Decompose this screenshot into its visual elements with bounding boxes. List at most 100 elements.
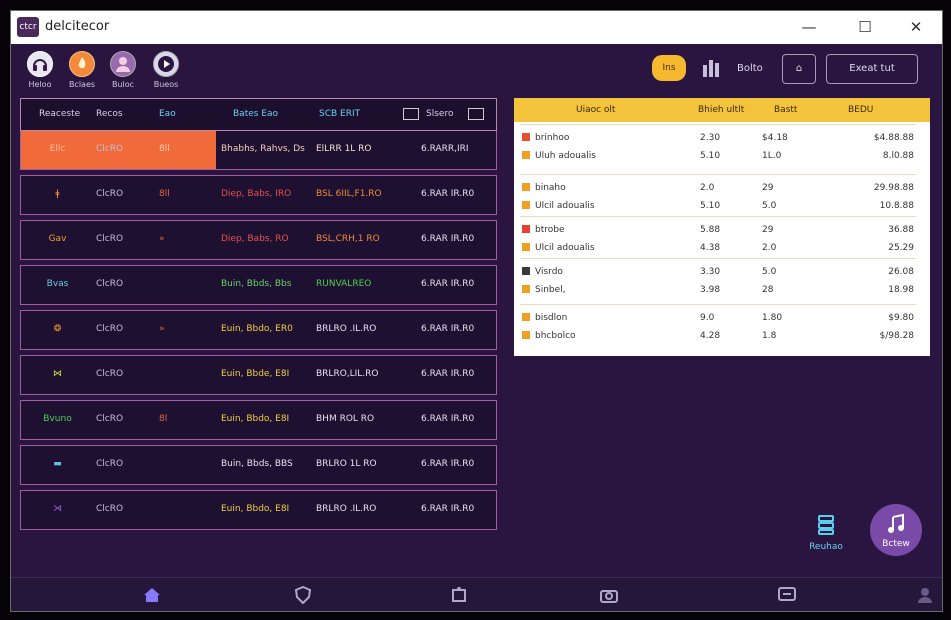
summary-item-label[interactable]: Ulcil adoualis	[522, 243, 595, 253]
home-icon[interactable]	[142, 586, 162, 604]
calendar-icon[interactable]	[403, 108, 419, 120]
chat-icon[interactable]	[777, 586, 797, 604]
app-logo-icon: ctcr	[17, 17, 39, 37]
row-icon: ⋈	[53, 369, 62, 379]
summary-value-2: 1.8	[762, 331, 777, 341]
table-row[interactable]: Bvas ClcRO Buin, Bbds, Bbs RUNVALREO 6.RAR I…	[20, 265, 497, 305]
close-button[interactable]: ✕	[905, 16, 927, 38]
reuhao-button[interactable]: Reuhao	[806, 514, 846, 552]
table-row[interactable]: Bvuno ClcRO 8l Euin, Bbdo, E8I BHM ROL RO 6.R…	[20, 400, 497, 440]
summary-item-label[interactable]: Uluh adoualis	[522, 151, 596, 161]
tool-buloc[interactable]: Buloc	[105, 51, 141, 89]
row-balance: 6.RAR IR.R0	[421, 504, 475, 514]
summary-group: brinhoo 2.30 $4.18 $4.88.88 Uluh adoualis 5.1…	[520, 124, 916, 165]
row-amount: BRLRO 1L RO	[316, 459, 377, 469]
summary-total: 8.l0.88	[882, 151, 914, 161]
row-icon: Bvuno	[43, 414, 72, 424]
minimize-button[interactable]: —	[798, 16, 820, 38]
tool-label: Heloo	[28, 80, 52, 89]
table-row[interactable]: ⋊ ClcRO Euin, Bbdo, E8I BRLRO .IL.RO 6.RAR I…	[20, 490, 497, 530]
summary-value-1: 5.10	[700, 151, 721, 161]
summary-value-2: 1L.0	[762, 151, 782, 161]
item-label: Ulcil adoualis	[535, 243, 595, 253]
table-header: Reaceste Recos Eao Bates Eao SCB ERIT Sl…	[20, 98, 497, 131]
maximize-button[interactable]: ☐	[854, 16, 876, 38]
person-icon	[110, 51, 136, 77]
item-label: Ulcil adoualis	[535, 201, 595, 211]
table-row[interactable]: Ellc ClcRO 8ll Bhabhs, Rahvs, Ds ElLRR 1L RO…	[20, 131, 497, 170]
summary-total: 26.08	[888, 267, 914, 277]
table-row[interactable]: ǂ ClcRO 8ll Diep, Babs, IRO BSL 6IIL,F1.RO 6.…	[20, 175, 497, 215]
tool-bclaes[interactable]: Bclaes	[64, 51, 100, 89]
summary-value-1: 4.38	[700, 243, 721, 253]
item-label: btrobe	[535, 225, 565, 235]
badge-icon[interactable]: Ins	[652, 55, 686, 81]
row-balance: 6.RAR IR.R0	[421, 459, 475, 469]
summary-item-label[interactable]: bhcbolco	[522, 331, 576, 341]
side-button-label: Reuhao	[809, 542, 843, 552]
bar-chart-icon[interactable]	[701, 57, 723, 79]
column-header[interactable]: Eao	[159, 109, 176, 119]
summary-value-1: 2.30	[700, 133, 721, 143]
item-dot-icon	[522, 331, 530, 339]
summary-group: bisdlon 9.0 1.80 $9.80 bhcbolco 4.28 1.8 $/98.2…	[520, 304, 916, 345]
filter-icon[interactable]	[468, 108, 484, 120]
summary-value-2: 5.0	[762, 201, 777, 211]
column-header: Bastt	[774, 105, 798, 115]
summary-header: Uiaoc olt Bhieh ultlt Bastt BEDU	[514, 98, 930, 122]
item-label: brinhoo	[535, 133, 570, 143]
row-code: »	[159, 324, 165, 334]
row-amount: BRLRO,LIL.RO	[316, 369, 379, 379]
item-dot-icon	[522, 267, 530, 275]
app-window: ctcr delcitecor — ☐ ✕ Heloo Bclaes Buloc…	[10, 10, 943, 612]
summary-total: 18.98	[888, 285, 914, 295]
person-icon[interactable]	[915, 586, 935, 604]
row-code: 8l	[159, 414, 168, 424]
table-row[interactable]: Gav ClcRO » Diep, Babs, RO BSL,CRH,1 RO 6.RAR…	[20, 220, 497, 260]
puzzle-icon[interactable]	[449, 586, 469, 604]
summary-value-2: 29	[762, 225, 774, 235]
item-label: bisdlon	[535, 313, 568, 323]
row-name: ClcRO	[96, 234, 124, 244]
music-fab-button[interactable]: Bctew	[870, 504, 922, 556]
row-date: Euin, Bbdo, E8I	[221, 414, 290, 424]
tool-bueos[interactable]: Bueos	[148, 51, 184, 89]
row-icon: Gav	[48, 234, 67, 244]
summary-value-2: 28	[762, 285, 774, 295]
row-name: ClcRO	[96, 369, 124, 379]
summary-item-label[interactable]: btrobe	[522, 225, 565, 235]
summary-item-label[interactable]: Visrdo	[522, 267, 563, 277]
summary-item-label[interactable]: brinhoo	[522, 133, 569, 143]
summary-item-label[interactable]: binaho	[522, 183, 566, 193]
table-row[interactable]: ▬ ClcRO Buin, Bbds, BBS BRLRO 1L RO 6.RAR IR…	[20, 445, 497, 485]
tool-heloo[interactable]: Heloo	[22, 51, 58, 89]
summary-item-label[interactable]: Ulcil adoualis	[522, 201, 595, 211]
item-label: Uluh adoualis	[535, 151, 597, 161]
row-amount: BHM ROL RO	[316, 414, 375, 424]
row-code: »	[159, 234, 165, 244]
item-label: Sinbel,	[535, 285, 566, 295]
row-balance: 6.RARR,IRI	[421, 144, 469, 154]
column-header[interactable]: Slsero	[426, 109, 453, 119]
row-name: ClcRO	[96, 459, 124, 469]
row-date: Buin, Bbds, Bbs	[221, 279, 292, 289]
column-header[interactable]: Reaceste	[39, 109, 80, 119]
table-row[interactable]: ⋈ ClcRO Euin, Bbde, E8I BRLRO,LIL.RO 6.RAR I…	[20, 355, 497, 395]
column-header[interactable]: Recos	[96, 109, 123, 119]
summary-item-label[interactable]: bisdlon	[522, 313, 567, 323]
exit-button[interactable]: Exeat tut	[826, 54, 918, 84]
window-title: delcitecor	[45, 19, 110, 34]
tool-label: Buloc	[111, 80, 135, 89]
table-row[interactable]: ❂ ClcRO » Euin, Bbdo, ER0 BRLRO .IL.RO 6.RAR …	[20, 310, 497, 350]
title-bar: ctcr delcitecor — ☐ ✕	[11, 11, 942, 44]
bottom-nav	[11, 577, 942, 611]
row-amount: BRLRO .IL.RO	[316, 504, 377, 514]
camera-icon[interactable]	[599, 586, 619, 604]
column-header[interactable]: SCB ERIT	[319, 109, 360, 119]
column-header[interactable]: Bates Eao	[233, 109, 278, 119]
summary-item-label[interactable]: Sinbel,	[522, 285, 566, 295]
row-amount: BSL,CRH,1 RO	[316, 234, 380, 244]
home-chip-button[interactable]: ⌂	[782, 54, 816, 84]
shield-icon[interactable]	[293, 585, 313, 605]
row-date: Diep, Babs, IRO	[221, 189, 292, 199]
